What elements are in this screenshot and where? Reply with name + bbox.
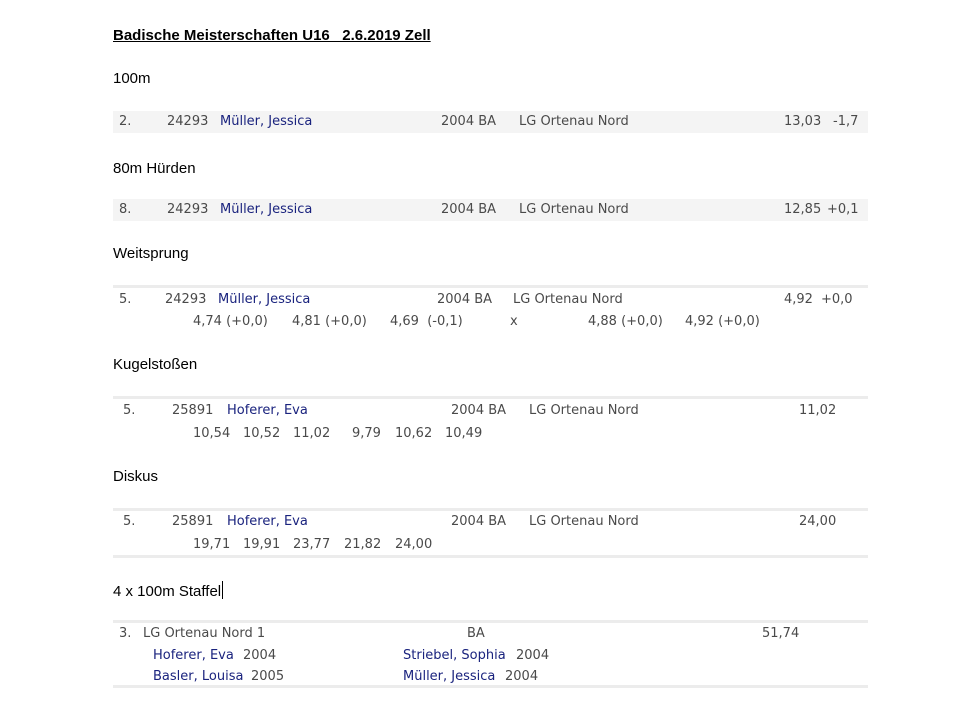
event-heading-diskus: Diskus xyxy=(113,468,159,485)
wind: +0,1 xyxy=(827,202,859,217)
runner-year: 2004 xyxy=(516,648,550,663)
performance: 24,00 xyxy=(799,514,837,529)
runner-year: 2004 xyxy=(243,648,277,663)
row-divider xyxy=(113,508,868,511)
result-place: 3. xyxy=(119,626,132,641)
athlete-id: 25891 xyxy=(172,403,214,418)
athlete-link[interactable]: Müller, Jessica xyxy=(218,292,310,307)
event-heading-100m: 100m xyxy=(113,70,151,87)
team-name: LG Ortenau Nord 1 xyxy=(143,626,266,641)
event-heading-80m-huerden: 80m Hürden xyxy=(113,160,196,177)
attempt: 21,82 xyxy=(344,537,382,552)
year-region: 2004 BA xyxy=(451,403,507,418)
runner-year: 2004 xyxy=(505,669,539,684)
performance: 4,92 xyxy=(784,292,813,307)
runner-link[interactable]: Müller, Jessica xyxy=(403,669,495,684)
athlete-id: 25891 xyxy=(172,514,214,529)
athlete-link[interactable]: Müller, Jessica xyxy=(220,202,312,217)
attempt: 24,00 xyxy=(395,537,433,552)
runner-year: 2005 xyxy=(251,669,285,684)
attempt: 4,74 (+0,0) xyxy=(193,314,268,329)
club-name: LG Ortenau Nord xyxy=(519,114,629,129)
team-region: BA xyxy=(467,626,485,641)
event-heading-kugelstossen: Kugelstoßen xyxy=(113,356,198,373)
attempt: 10,52 xyxy=(243,426,281,441)
attempt: 9,79 xyxy=(352,426,381,441)
attempt: 4,92 (+0,0) xyxy=(685,314,760,329)
year-region: 2004 BA xyxy=(441,202,497,217)
event-heading-staffel: 4 x 100m Staffel xyxy=(113,581,224,600)
wind: +0,0 xyxy=(821,292,853,307)
runner-link[interactable]: Striebel, Sophia xyxy=(403,648,506,663)
event-heading-weitsprung: Weitsprung xyxy=(113,245,189,262)
result-place: 2. xyxy=(119,114,132,129)
result-row-80m-huerden: 8. 24293 Müller, Jessica 2004 BA LG Orte… xyxy=(113,199,868,221)
result-row-diskus: 5. 25891 Hoferer, Eva 2004 BA LG Ortenau… xyxy=(113,508,868,558)
attempt: 4,81 (+0,0) xyxy=(292,314,367,329)
athlete-id: 24293 xyxy=(165,292,207,307)
attempt: 10,49 xyxy=(445,426,483,441)
athlete-link[interactable]: Hoferer, Eva xyxy=(227,403,308,418)
performance: 51,74 xyxy=(762,626,800,641)
document-title: Badische Meisterschaften U16 2.6.2019 Ze… xyxy=(113,27,431,44)
year-region: 2004 BA xyxy=(441,114,497,129)
row-divider xyxy=(113,555,868,558)
wind: -1,7 xyxy=(833,114,859,129)
result-place: 8. xyxy=(119,202,132,217)
attempt: 11,02 xyxy=(293,426,331,441)
result-place: 5. xyxy=(119,292,132,307)
runner-link[interactable]: Hoferer, Eva xyxy=(153,648,234,663)
attempt: 19,91 xyxy=(243,537,281,552)
text-cursor xyxy=(222,581,224,599)
result-row-kugelstossen: 5. 25891 Hoferer, Eva 2004 BA LG Ortenau… xyxy=(113,396,868,448)
athlete-id: 24293 xyxy=(167,202,209,217)
club-name: LG Ortenau Nord xyxy=(529,403,639,418)
result-row-weitsprung: 5. 24293 Müller, Jessica 2004 BA LG Orte… xyxy=(113,285,868,335)
athlete-link[interactable]: Hoferer, Eva xyxy=(227,514,308,529)
attempt: 23,77 xyxy=(293,537,331,552)
attempt: 19,71 xyxy=(193,537,231,552)
attempt: 4,88 (+0,0) xyxy=(588,314,663,329)
performance: 13,03 xyxy=(784,114,822,129)
club-name: LG Ortenau Nord xyxy=(529,514,639,529)
athlete-link[interactable]: Müller, Jessica xyxy=(220,114,312,129)
result-row-staffel: 3. LG Ortenau Nord 1 BA 51,74 Hoferer, E… xyxy=(113,620,868,688)
runner-link[interactable]: Basler, Louisa xyxy=(153,669,243,684)
event-heading-text: 4 x 100m Staffel xyxy=(113,583,222,600)
row-divider xyxy=(113,396,868,399)
year-region: 2004 BA xyxy=(451,514,507,529)
year-region: 2004 BA xyxy=(437,292,493,307)
attempt: x xyxy=(510,314,518,329)
row-divider xyxy=(113,285,868,288)
row-divider xyxy=(113,620,868,623)
result-place: 5. xyxy=(123,403,136,418)
attempt: 4,69 (-0,1) xyxy=(390,314,463,329)
attempt: 10,62 xyxy=(395,426,433,441)
performance: 11,02 xyxy=(799,403,837,418)
club-name: LG Ortenau Nord xyxy=(513,292,623,307)
attempt: 10,54 xyxy=(193,426,231,441)
result-place: 5. xyxy=(123,514,136,529)
performance: 12,85 xyxy=(784,202,822,217)
result-row-100m: 2. 24293 Müller, Jessica 2004 BA LG Orte… xyxy=(113,111,868,133)
row-divider xyxy=(113,685,868,688)
club-name: LG Ortenau Nord xyxy=(519,202,629,217)
athlete-id: 24293 xyxy=(167,114,209,129)
